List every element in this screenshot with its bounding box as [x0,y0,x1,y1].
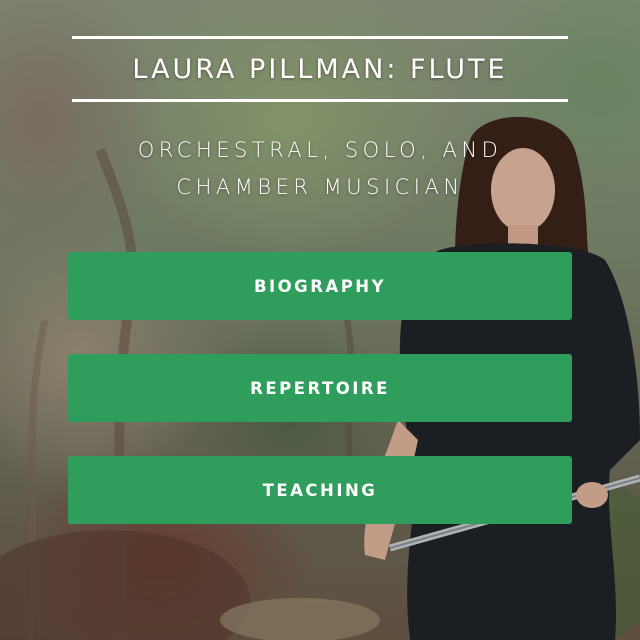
site-header: LAURA PILLMAN: FLUTE [72,36,568,102]
biography-button[interactable]: BIOGRAPHY [68,252,572,320]
tagline-line-1: ORCHESTRAL, SOLO, AND [137,138,503,162]
repertoire-button[interactable]: REPERTOIRE [68,354,572,422]
tagline: ORCHESTRAL, SOLO, AND CHAMBER MUSICIAN [60,132,580,206]
teaching-button[interactable]: TEACHING [68,456,572,524]
site-title: LAURA PILLMAN: FLUTE [132,53,508,85]
tagline-line-2: CHAMBER MUSICIAN [176,175,464,199]
